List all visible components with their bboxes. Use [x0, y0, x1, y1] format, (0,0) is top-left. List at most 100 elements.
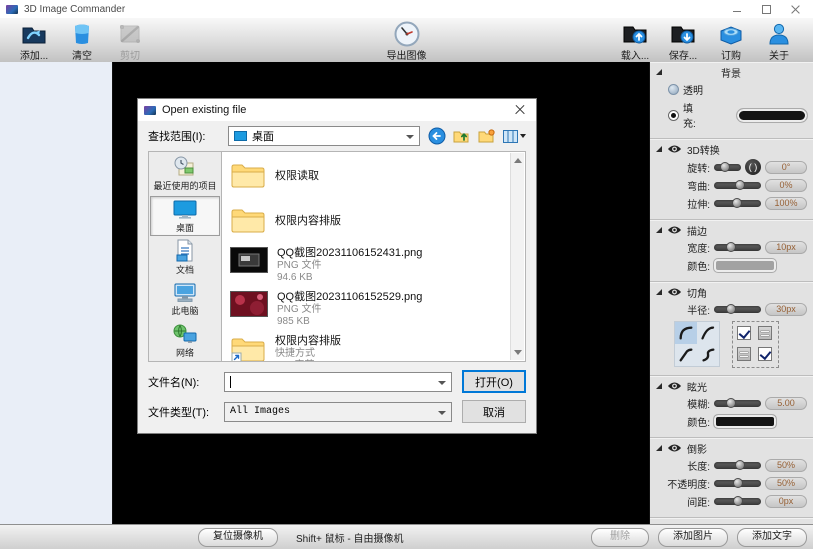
fill-color-swatch[interactable] — [737, 109, 807, 122]
fill-radio[interactable] — [668, 110, 679, 121]
background-section: 背景 透明 填充: — [650, 62, 813, 139]
clear-icon — [72, 20, 92, 47]
stroke-width-slider[interactable] — [714, 244, 761, 251]
corner-bottomleft-checkbox[interactable] — [737, 347, 751, 361]
corner-style-slant[interactable] — [697, 322, 719, 344]
new-folder-button[interactable] — [478, 129, 496, 144]
save-button[interactable]: 保存... — [659, 20, 707, 62]
place-recent[interactable]: 最近使用的项目 — [150, 154, 220, 195]
slider-thumb[interactable] — [726, 304, 736, 314]
reflection-opacity-slider[interactable] — [714, 480, 761, 487]
place-network[interactable]: 网络 — [150, 320, 220, 361]
file-size: 797 字节 — [275, 360, 341, 362]
delete-button[interactable]: 删除 — [591, 528, 649, 547]
stretch-slider[interactable] — [714, 200, 761, 207]
load-button[interactable]: 载入... — [611, 20, 659, 62]
cancel-button[interactable]: 取消 — [462, 400, 526, 423]
scroll-down-icon[interactable] — [514, 350, 522, 355]
minimize-button[interactable] — [732, 4, 743, 15]
slider-thumb[interactable] — [733, 478, 743, 488]
open-button[interactable]: 打开(O) — [462, 370, 526, 393]
rotate-cycle-button[interactable]: ( ) — [745, 159, 761, 175]
visibility-eye-icon[interactable] — [667, 287, 682, 297]
file-list-scrollbar[interactable] — [510, 153, 524, 360]
slider-thumb[interactable] — [735, 180, 745, 190]
back-button[interactable] — [428, 127, 446, 145]
slider-thumb[interactable] — [735, 460, 745, 470]
order-button[interactable]: 订购 — [707, 20, 755, 62]
cut-label: 剪切 — [120, 47, 140, 62]
look-in-combobox[interactable]: 桌面 — [228, 126, 420, 146]
up-level-button[interactable] — [453, 129, 471, 144]
reflection-gap-slider[interactable] — [714, 498, 761, 505]
place-label: 桌面 — [176, 221, 194, 234]
reset-camera-button[interactable]: 复位摄像机 — [198, 528, 278, 547]
visibility-eye-icon[interactable] — [667, 144, 682, 154]
maximize-button[interactable] — [761, 4, 772, 15]
file-row[interactable]: 权限内容排版 快捷方式 797 字节 — [230, 335, 507, 362]
file-row[interactable]: QQ截图20231106152431.png PNG 文件 94.6 KB — [230, 247, 507, 284]
clear-button[interactable]: 清空 — [58, 20, 106, 62]
collapse-triangle-icon[interactable] — [656, 227, 662, 233]
look-in-row: 查找范围(I): 桌面 — [138, 121, 536, 151]
close-button[interactable] — [790, 4, 801, 15]
add-image-button[interactable]: 添加图片 — [658, 528, 728, 547]
views-menu-button[interactable] — [503, 130, 526, 143]
add-text-button[interactable]: 添加文字 — [737, 528, 807, 547]
slider-thumb[interactable] — [732, 198, 742, 208]
place-label: 最近使用的项目 — [153, 179, 216, 192]
slider-thumb[interactable] — [726, 398, 736, 408]
filetype-combobox[interactable]: All Images — [224, 402, 452, 422]
dialog-close-icon[interactable] — [514, 104, 526, 116]
transparent-label: 透明 — [683, 82, 703, 97]
about-button[interactable]: 关于 — [755, 20, 803, 62]
reflection-length-slider[interactable] — [714, 462, 761, 469]
corner-style-round[interactable] — [675, 322, 697, 344]
slider-thumb[interactable] — [720, 162, 730, 172]
collapse-triangle-icon[interactable] — [656, 289, 662, 295]
add-button[interactable]: 添加... — [10, 20, 58, 62]
title-bar: 3D Image Commander — [0, 0, 813, 18]
visibility-eye-icon[interactable] — [667, 443, 682, 453]
cut-button[interactable]: 剪切 — [106, 20, 154, 62]
corner-style-scurve[interactable] — [697, 344, 719, 366]
corner-bottomright-checkbox[interactable] — [758, 347, 772, 361]
slider-thumb[interactable] — [733, 496, 743, 506]
stroke-color-swatch[interactable] — [714, 259, 776, 272]
chevron-down-icon — [438, 411, 446, 415]
corner-radius-slider[interactable] — [714, 306, 761, 313]
glare-blur-slider[interactable] — [714, 400, 761, 407]
transparent-radio[interactable] — [668, 84, 679, 95]
bend-slider[interactable] — [714, 182, 761, 189]
place-desktop[interactable]: 桌面 — [150, 196, 220, 237]
visibility-eye-icon[interactable] — [667, 381, 682, 391]
corner-topleft-checkbox[interactable] — [737, 326, 751, 340]
place-this-pc[interactable]: 此电脑 — [150, 279, 220, 320]
scroll-up-icon[interactable] — [514, 158, 522, 163]
place-documents[interactable]: 文档 — [150, 237, 220, 278]
network-icon — [172, 323, 198, 345]
rotate-label: 旋转: — [654, 160, 710, 175]
layers-panel — [0, 62, 113, 525]
file-row[interactable]: QQ截图20231106152529.png PNG 文件 985 KB — [230, 291, 507, 328]
file-list: 权限读取 权限内容排版 QQ截图20231106152431.png PNG 文… — [222, 151, 526, 362]
visibility-eye-icon[interactable] — [667, 225, 682, 235]
glare-color-swatch[interactable] — [714, 415, 776, 428]
collapse-triangle-icon[interactable] — [656, 383, 662, 389]
corner-style-bevel[interactable] — [675, 344, 697, 366]
camera-hint-text: Shift+ 鼠标 - 自由摄像机 — [296, 530, 404, 545]
collapse-triangle-icon[interactable] — [656, 146, 662, 152]
file-row[interactable]: 权限读取 — [230, 157, 507, 195]
corner-topright-checkbox[interactable] — [758, 326, 772, 340]
corner-radius-value: 30px — [765, 303, 807, 316]
export-image-button[interactable]: 导出图像 — [372, 20, 442, 62]
slider-thumb[interactable] — [726, 242, 736, 252]
filename-input[interactable] — [224, 372, 452, 392]
collapse-triangle-icon[interactable] — [656, 69, 662, 75]
rotate-slider[interactable] — [714, 164, 741, 171]
dialog-title-bar: Open existing file — [138, 99, 536, 121]
file-size: 94.6 KB — [277, 272, 422, 284]
collapse-triangle-icon[interactable] — [656, 445, 662, 451]
file-row[interactable]: 权限内容排版 — [230, 202, 507, 240]
save-label: 保存... — [669, 47, 697, 62]
